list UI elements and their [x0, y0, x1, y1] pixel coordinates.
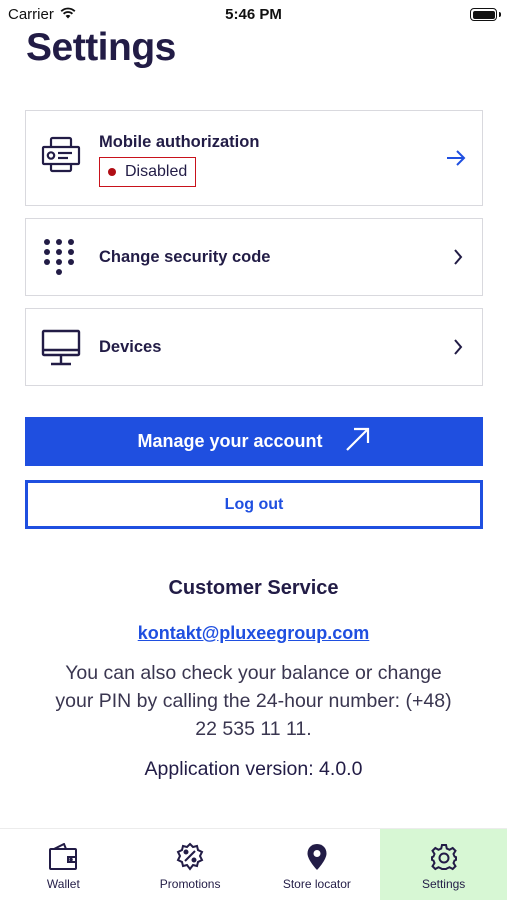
tab-promotions[interactable]: Promotions: [127, 829, 254, 900]
tab-store-locator[interactable]: Store locator: [254, 829, 381, 900]
tab-label: Wallet: [46, 877, 80, 891]
status-badge: Disabled: [99, 157, 197, 187]
customer-service-info: You can also check your balance or chang…: [20, 659, 487, 743]
chevron-right-icon: [450, 339, 466, 355]
arrow-right-icon: [446, 150, 466, 166]
battery-icon: [470, 8, 497, 21]
tab-bar: Wallet Promotions Store locator Settings: [0, 828, 507, 900]
page-title: Settings: [26, 26, 176, 69]
chevron-right-icon: [450, 249, 466, 265]
keypad-icon: [39, 236, 83, 280]
status-dot: [108, 168, 116, 176]
mobile-authorization-card[interactable]: Mobile authorization Disabled: [25, 110, 483, 206]
external-link-arrow-icon: [345, 426, 371, 457]
customer-service-title: Customer Service: [168, 577, 339, 599]
mobile-authorization-label: Mobile authorization: [99, 133, 260, 151]
tab-settings[interactable]: Settings: [380, 829, 507, 900]
devices-label: Devices: [99, 338, 162, 356]
customer-service-info-line: your PIN by calling the 24-hour number: …: [55, 690, 452, 712]
tab-label: Promotions: [159, 877, 221, 891]
logout-label: Log out: [224, 495, 284, 513]
customer-service-email-link[interactable]: kontakt@pluxeegroup.com: [0, 623, 507, 644]
tab-wallet[interactable]: Wallet: [0, 829, 127, 900]
wallet-icon: [48, 842, 78, 872]
location-pin-icon: [302, 842, 332, 872]
change-security-code-card[interactable]: Change security code: [25, 218, 483, 296]
phone-id-icon: [39, 133, 83, 177]
monitor-icon: [39, 326, 83, 370]
customer-service-info-line: You can also check your balance or chang…: [65, 662, 442, 684]
devices-card[interactable]: Devices: [25, 308, 483, 386]
app-version: Application version: 4.0.0: [144, 758, 363, 780]
customer-service-info-line: 22 535 11 11.: [195, 718, 312, 740]
status-text: Disabled: [125, 163, 188, 180]
tab-label: Settings: [421, 877, 466, 891]
manage-account-button[interactable]: Manage your account: [25, 417, 483, 466]
promotions-icon: [175, 842, 205, 872]
manage-account-label: Manage your account: [137, 431, 323, 451]
gear-icon: [429, 842, 459, 872]
tab-label: Store locator: [282, 877, 351, 891]
logout-button[interactable]: Log out: [25, 480, 483, 529]
change-security-code-label: Change security code: [99, 248, 271, 266]
clock: 5:46 PM: [225, 6, 282, 23]
